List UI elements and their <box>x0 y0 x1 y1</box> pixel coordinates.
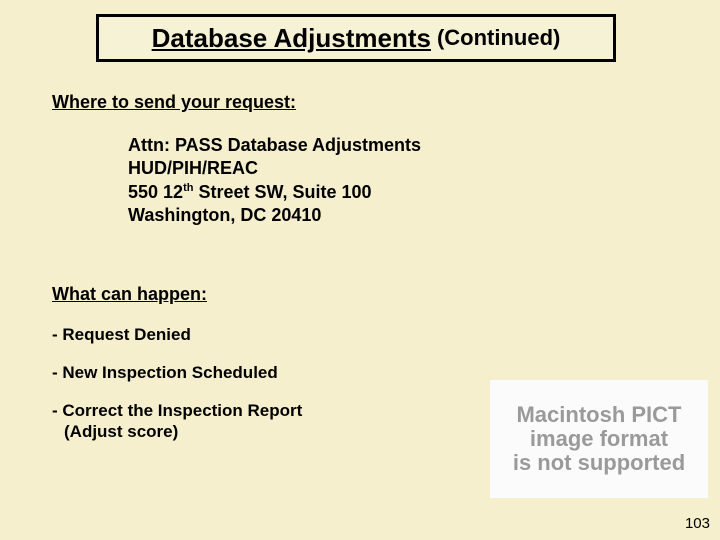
heading-what: What can happen: <box>52 284 207 305</box>
placeholder-line-3: is not supported <box>513 451 685 475</box>
outcome-request-denied: - Request Denied <box>52 324 191 345</box>
address-line-3-post: Street SW, Suite 100 <box>193 182 371 202</box>
outcome-correct-report: - Correct the Inspection Report (Adjust … <box>52 400 302 443</box>
outcome-correct-line1: - Correct the Inspection Report <box>52 401 302 420</box>
page-number: 103 <box>685 515 710 532</box>
mailing-address: Attn: PASS Database Adjustments HUD/PIH/… <box>128 134 421 228</box>
address-line-4: Washington, DC 20410 <box>128 204 421 227</box>
outcome-correct-line2: (Adjust score) <box>52 421 302 442</box>
title-box: Database Adjustments (Continued) <box>96 14 616 62</box>
page-title-suffix: (Continued) <box>437 25 560 51</box>
image-placeholder: Macintosh PICT image format is not suppo… <box>490 380 708 498</box>
address-line-3-pre: 550 12 <box>128 182 183 202</box>
address-ordinal-sup: th <box>183 182 193 194</box>
address-line-3: 550 12th Street SW, Suite 100 <box>128 181 421 204</box>
address-line-2: HUD/PIH/REAC <box>128 157 421 180</box>
placeholder-line-1: Macintosh PICT <box>513 403 685 427</box>
page-title-main: Database Adjustments <box>152 23 431 54</box>
address-line-1: Attn: PASS Database Adjustments <box>128 134 421 157</box>
placeholder-line-2: image format <box>513 427 685 451</box>
heading-where: Where to send your request: <box>52 92 296 113</box>
placeholder-text: Macintosh PICT image format is not suppo… <box>513 403 685 476</box>
outcome-new-inspection: - New Inspection Scheduled <box>52 362 278 383</box>
